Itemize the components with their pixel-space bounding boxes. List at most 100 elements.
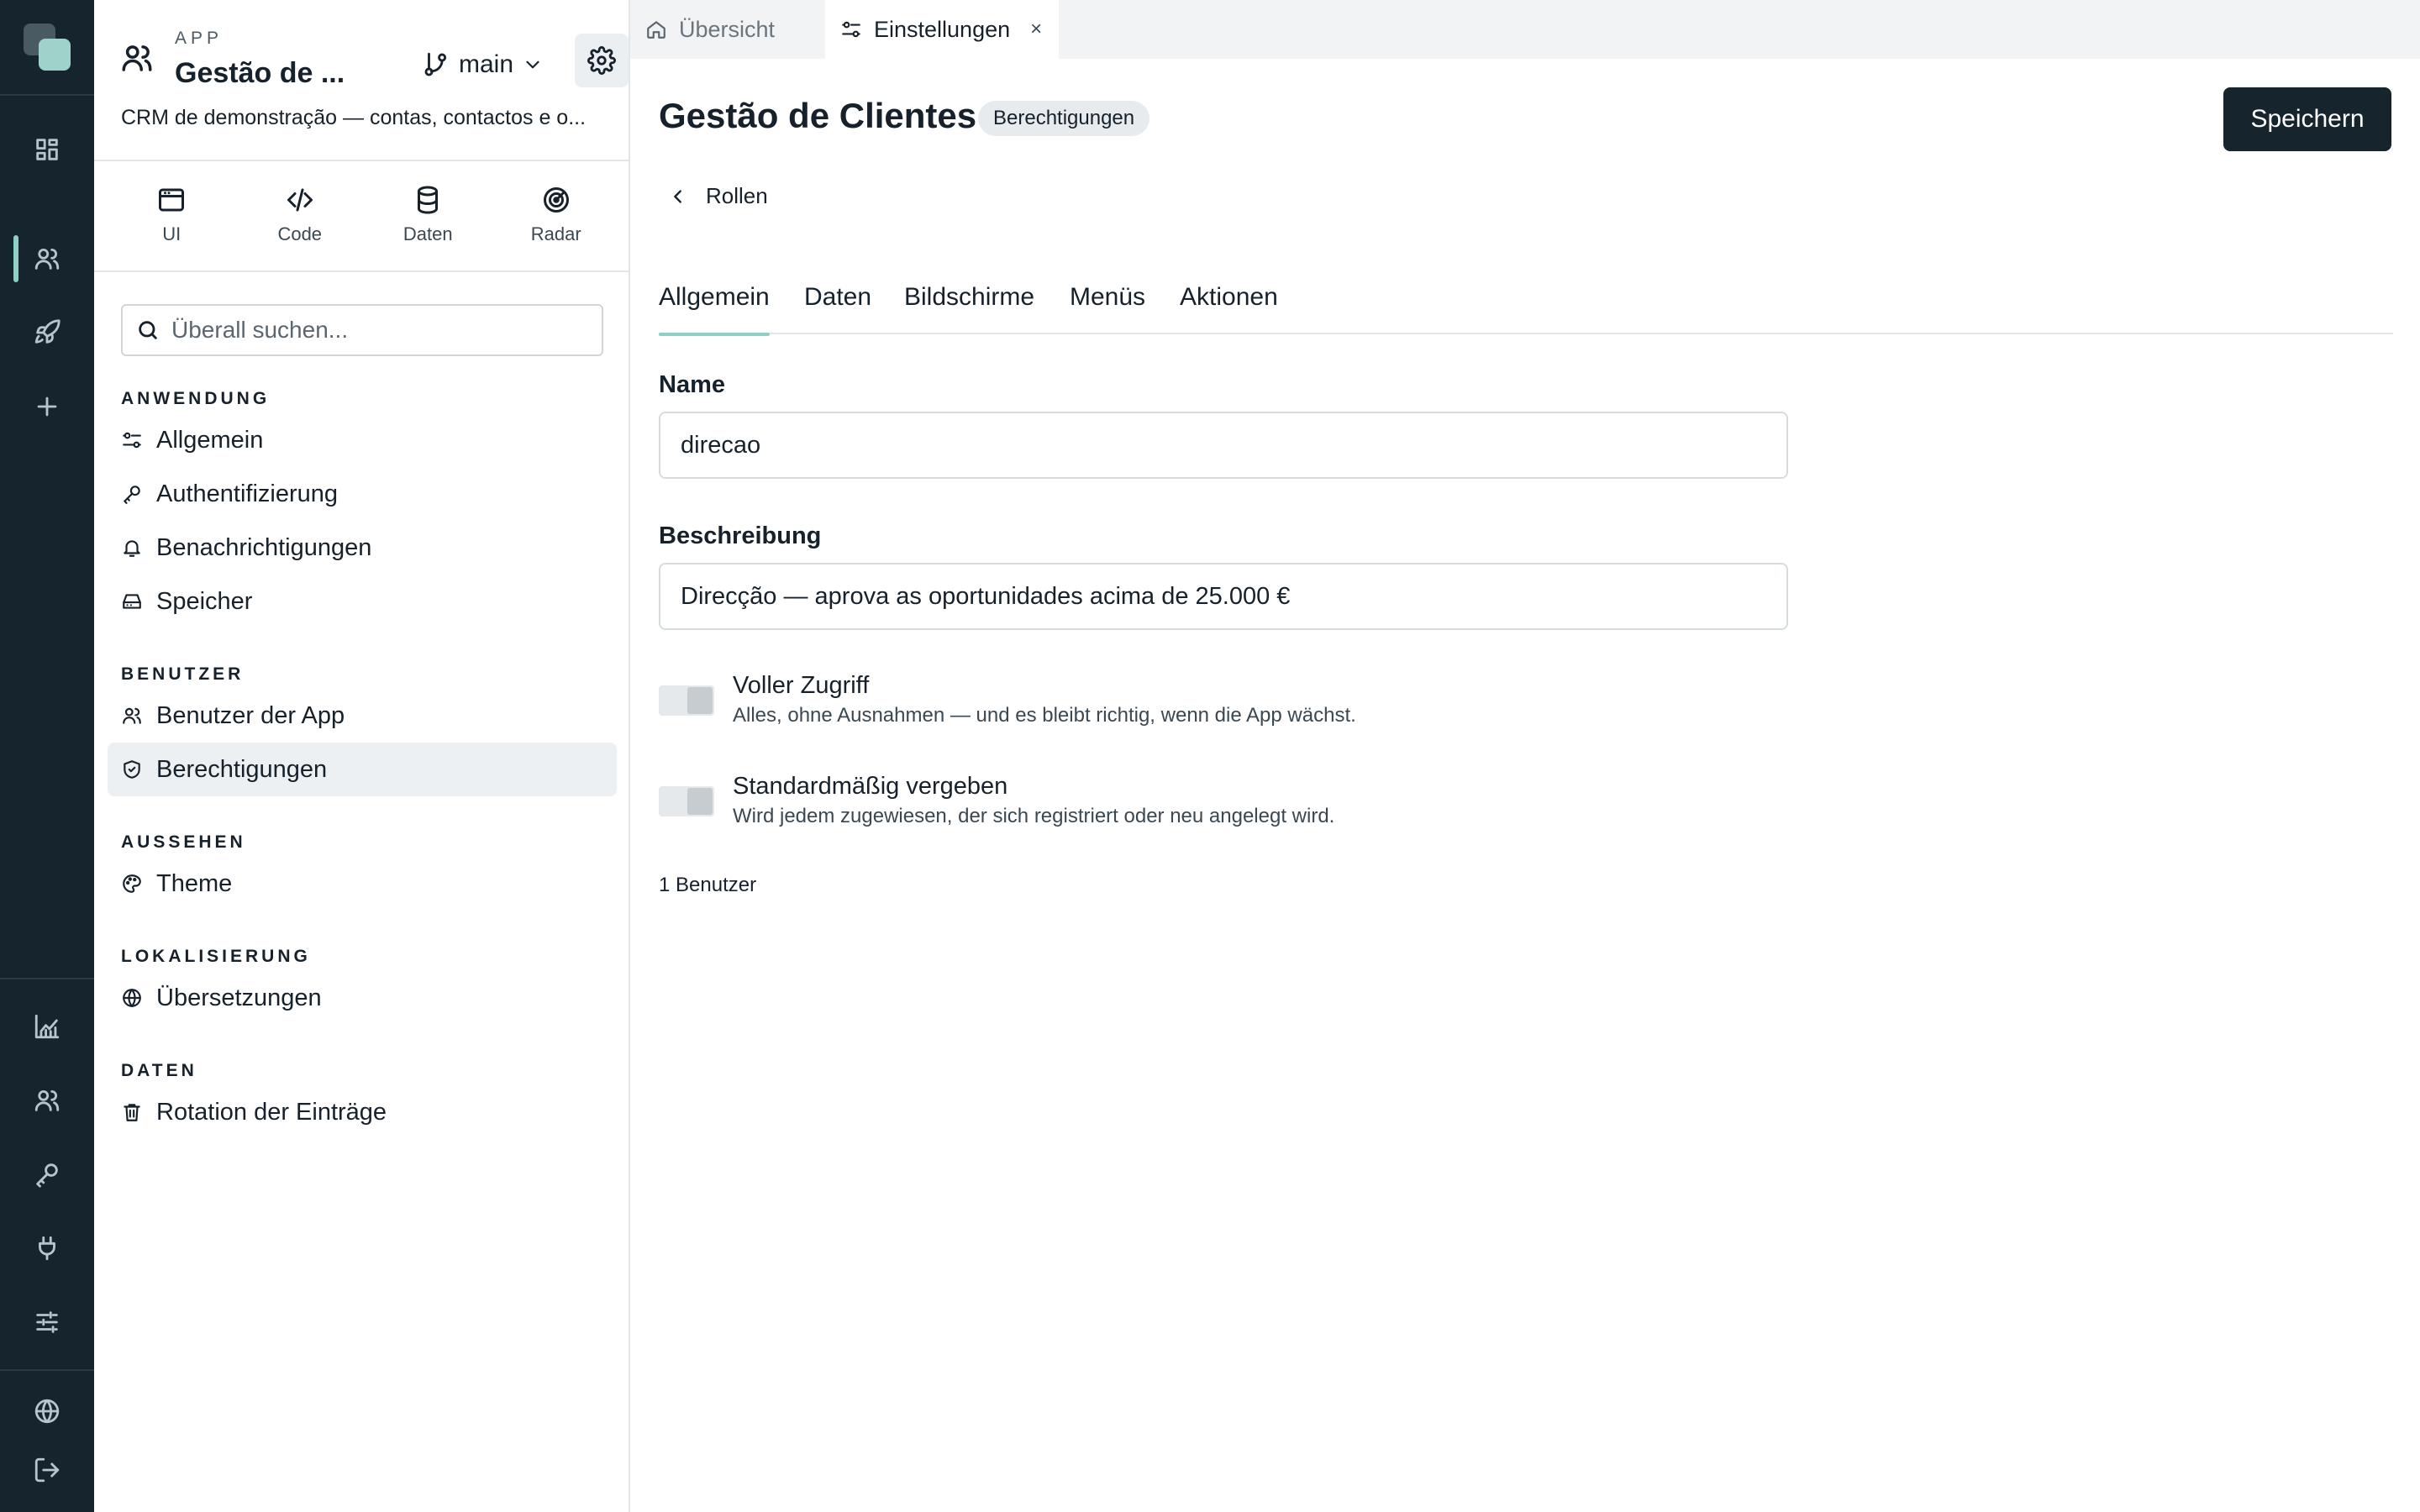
mode-switcher: UI Code Daten Radar (108, 176, 620, 260)
plug-icon[interactable] (24, 1225, 71, 1272)
nav-item-authentifizierung[interactable]: Authentifizierung (108, 467, 617, 521)
trash-icon (124, 1104, 140, 1121)
tab-uebersicht[interactable]: Übersicht (630, 0, 825, 59)
icon-rail (0, 0, 94, 1512)
shield-icon (124, 760, 140, 779)
mode-ui[interactable]: UI (108, 176, 236, 260)
chevron-left-icon (674, 189, 681, 203)
standardmaessig-switch[interactable] (659, 786, 714, 816)
subtab-menues[interactable]: Menüs (1070, 277, 1145, 334)
subtab-allgemein[interactable]: Allgemein (659, 277, 770, 336)
tab-label: Einstellungen (874, 16, 1011, 42)
nav-item-benutzer-der-app[interactable]: Benutzer der App (108, 689, 617, 743)
nav-section-lokalisierung: LOKALISIERUNG (121, 947, 311, 966)
description-label: Beschreibung (659, 522, 822, 549)
nav-item-label: Rotation der Einträge (156, 1098, 387, 1126)
toggle-title: Standardmäßig vergeben (733, 773, 1008, 800)
nav-item-theme[interactable]: Theme (108, 857, 617, 911)
nav-item-label: Berechtigungen (156, 755, 328, 783)
gear-icon (587, 46, 616, 75)
nav-item-rotation[interactable]: Rotation der Einträge (108, 1085, 617, 1139)
voller-zugriff-switch[interactable] (659, 685, 714, 716)
name-label: Name (659, 371, 725, 398)
mode-daten[interactable]: Daten (364, 176, 492, 260)
key-icon (124, 486, 140, 504)
app-logo[interactable] (24, 24, 71, 71)
users-icon[interactable] (24, 235, 71, 282)
editor-tabbar: Übersicht Einstellungen × (630, 0, 2420, 59)
subtab-bildschirme[interactable]: Bildschirme (904, 277, 1034, 334)
app-kicker: APP (175, 29, 224, 48)
app-settings-button[interactable] (575, 34, 629, 87)
mode-code-label: Code (277, 223, 323, 244)
back-link-label: Rollen (706, 183, 768, 208)
tab-close-icon[interactable]: × (1030, 18, 1042, 41)
nav-section-anwendung: ANWENDUNG (121, 389, 271, 408)
nav-item-label: Authentifizierung (156, 480, 339, 507)
nav-item-label: Benachrichtigungen (156, 533, 372, 561)
toggle-title: Voller Zugriff (733, 672, 870, 699)
chevron-down-icon (526, 60, 539, 69)
save-button[interactable]: Speichern (2223, 87, 2391, 151)
nav-item-uebersetzungen[interactable]: Übersetzungen (108, 971, 617, 1025)
app-description: CRM de demonstração — contas, contactos … (121, 106, 587, 129)
grid-icon[interactable] (24, 126, 71, 173)
storage-icon (123, 594, 141, 609)
search-icon (139, 321, 157, 339)
nav-item-label: Speicher (156, 587, 253, 615)
mode-radar-label: Radar (530, 223, 581, 244)
sliders-icon[interactable] (24, 1299, 71, 1346)
nav-item-label: Benutzer der App (156, 701, 345, 729)
subtab-aktionen[interactable]: Aktionen (1180, 277, 1278, 334)
branch-selector[interactable]: main (415, 44, 550, 86)
nav-item-label: Theme (156, 869, 233, 897)
nav-section-daten: DATEN (121, 1061, 197, 1080)
plus-icon[interactable] (24, 383, 71, 430)
description-field[interactable] (659, 563, 1788, 630)
mode-code[interactable]: Code (236, 176, 365, 260)
role-subtabs: Allgemein Daten Bildschirme Menüs Aktion… (659, 277, 2393, 336)
chart-icon[interactable] (24, 1003, 71, 1050)
palette-icon (123, 874, 141, 893)
nav-section-aussehen: AUSSEHEN (121, 832, 246, 852)
name-field[interactable] (659, 412, 1788, 479)
key-icon[interactable] (24, 1151, 71, 1198)
users-icon (123, 707, 141, 724)
mode-radar[interactable]: Radar (492, 176, 621, 260)
nav-item-benachrichtigungen[interactable]: Benachrichtigungen (108, 521, 617, 575)
subtab-daten[interactable]: Daten (804, 277, 871, 334)
window-icon (159, 188, 185, 212)
branch-name: main (459, 50, 514, 78)
nav-item-berechtigungen[interactable]: Berechtigungen (108, 743, 617, 796)
app-header: APP Gestão de ... main (119, 25, 629, 101)
nav-section-benutzer: BENUTZER (121, 664, 245, 684)
git-branch-icon (424, 52, 447, 76)
radar-icon (543, 187, 569, 213)
back-to-roles-link[interactable]: Rollen (669, 183, 768, 209)
user-count: 1 Benutzer (659, 874, 757, 896)
tab-einstellungen[interactable]: Einstellungen × (825, 0, 1059, 59)
mode-daten-label: Daten (402, 223, 453, 244)
logout-icon[interactable] (24, 1446, 71, 1494)
search-input[interactable] (171, 317, 592, 344)
database-icon (418, 186, 439, 214)
globe-icon (123, 989, 141, 1007)
bell-icon (124, 540, 140, 557)
settings-sidebar: APP Gestão de ... main CRM de demonstraç… (94, 0, 630, 1512)
tab-label: Übersicht (679, 16, 776, 42)
app-users-icon (119, 40, 155, 76)
rail-active-indicator (13, 235, 18, 282)
rocket-icon[interactable] (24, 309, 71, 356)
section-badge: Berechtigungen (978, 101, 1150, 136)
sliders-small-icon (123, 432, 141, 449)
nav-item-allgemein[interactable]: Allgemein (108, 413, 617, 467)
home-icon (647, 21, 666, 39)
nav-item-speicher[interactable]: Speicher (108, 575, 617, 628)
mode-ui-label: UI (162, 223, 182, 244)
nav-item-label: Übersetzungen (156, 984, 322, 1011)
team-icon[interactable] (24, 1077, 71, 1124)
nav-item-label: Allgemein (156, 426, 264, 454)
globe-icon[interactable] (24, 1388, 71, 1435)
settings-nav: ANWENDUNG Allgemein Authentifizierung Be… (108, 385, 617, 1139)
toggle-description: Alles, ohne Ausnahmen — und es bleibt ri… (733, 704, 1356, 727)
